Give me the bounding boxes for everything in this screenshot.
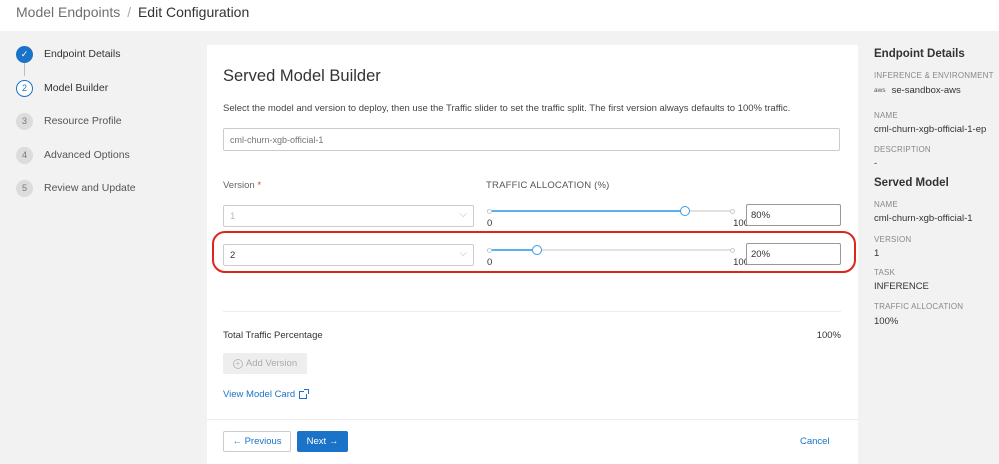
breadcrumb-separator: /: [127, 4, 132, 20]
breadcrumb: Model Endpoints / Edit Configuration: [16, 4, 249, 20]
step-connector: [24, 62, 25, 76]
slider-fill: [487, 210, 686, 212]
view-model-card-link[interactable]: View Model Card: [223, 388, 310, 400]
inference-env-key: INFERENCE & ENVIRONMENT: [874, 71, 994, 80]
traffic-allocation-label: TRAFFIC ALLOCATION (%): [486, 180, 610, 191]
step-number: 4: [16, 146, 33, 164]
view-model-card-label: View Model Card: [223, 389, 296, 400]
total-traffic-value: 100%: [816, 330, 841, 341]
step-label: Resource Profile: [44, 115, 122, 127]
version-value: 1: [230, 211, 236, 222]
served-model-builder-card: Served Model Builder Select the model an…: [207, 45, 858, 464]
inference-env-value: aws se-sandbox-aws: [874, 85, 961, 96]
step-label: Review and Update: [44, 182, 136, 194]
version-label: Version *: [223, 180, 261, 191]
total-traffic-label: Total Traffic Percentage: [223, 330, 323, 341]
slider-thumb[interactable]: [680, 206, 691, 216]
version-key: VERSION: [874, 235, 912, 244]
step-label: Endpoint Details: [44, 48, 121, 60]
external-link-icon: [299, 388, 310, 399]
version-label-text: Version: [223, 180, 255, 191]
endpoint-name-key: NAME: [874, 111, 898, 120]
traffic-slider-1[interactable]: 0 100: [487, 205, 749, 229]
plus-circle-icon: +: [232, 358, 243, 369]
description-value: -: [874, 158, 878, 169]
highlight-annotation: [212, 231, 856, 273]
slider-min-dot: [487, 208, 492, 214]
previous-button[interactable]: ← Previous: [223, 431, 291, 452]
step-label: Advanced Options: [44, 149, 130, 161]
step-endpoint-details[interactable]: ✓ Endpoint Details: [16, 44, 196, 64]
step-advanced-options[interactable]: 4 Advanced Options: [16, 145, 196, 165]
card-description: Select the model and version to deploy, …: [223, 103, 791, 114]
aws-icon: aws: [874, 87, 886, 94]
inference-env-text: se-sandbox-aws: [891, 85, 961, 96]
step-model-builder[interactable]: 2 Model Builder: [16, 78, 196, 98]
step-label: Model Builder: [44, 82, 109, 94]
version-select-1[interactable]: 1 ⌵: [223, 205, 474, 227]
traffic-percent-input-1[interactable]: 80%: [746, 204, 841, 226]
endpoint-name-value: cml-churn-xgb-official-1-ep: [874, 124, 987, 135]
model-name-value: cml-churn-xgb-official-1: [874, 213, 973, 224]
step-number: 2: [16, 79, 33, 97]
step-resource-profile[interactable]: 3 Resource Profile: [16, 111, 196, 131]
next-button[interactable]: Next →: [297, 431, 348, 452]
step-number: 5: [16, 179, 33, 197]
required-mark: *: [257, 180, 262, 191]
model-name-input[interactable]: [223, 128, 840, 151]
breadcrumb-parent[interactable]: Model Endpoints: [16, 4, 120, 20]
traffic-allocation-key: TRAFFIC ALLOCATION: [874, 302, 964, 311]
step-review-update[interactable]: 5 Review and Update: [16, 178, 196, 198]
cancel-button[interactable]: Cancel: [800, 431, 830, 452]
slider-max-dot: [730, 208, 735, 214]
check-icon: ✓: [16, 45, 33, 63]
traffic-allocation-value: 100%: [874, 316, 899, 327]
model-name-key: NAME: [874, 200, 898, 209]
breadcrumb-current: Edit Configuration: [137, 4, 250, 20]
add-version-label: Add Version: [245, 358, 298, 369]
chevron-down-icon: ⌵: [459, 209, 467, 220]
task-value: INFERENCE: [874, 281, 929, 292]
footer-divider: [207, 419, 858, 420]
add-version-button[interactable]: + Add Version: [223, 353, 307, 374]
description-key: DESCRIPTION: [874, 145, 931, 154]
endpoint-details-heading: Endpoint Details: [874, 48, 965, 60]
top-bar: Model Endpoints / Edit Configuration: [0, 0, 999, 31]
divider: [223, 311, 841, 312]
task-key: TASK: [874, 268, 896, 277]
version-value: 1: [874, 248, 880, 259]
slider-min-label: 0: [487, 218, 493, 229]
served-model-heading: Served Model: [874, 177, 949, 189]
step-number: 3: [16, 112, 33, 130]
card-title: Served Model Builder: [223, 67, 381, 85]
